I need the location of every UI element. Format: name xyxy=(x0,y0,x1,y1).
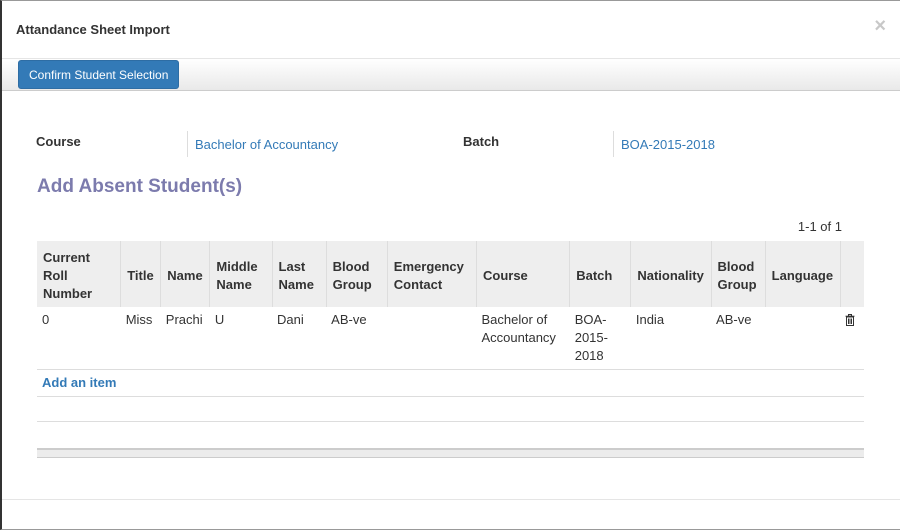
table-footer-bar xyxy=(37,448,864,458)
col-title[interactable]: Title xyxy=(120,241,161,307)
cell-emergency-contact[interactable] xyxy=(387,307,477,370)
pager-status: 1-1 of 1 xyxy=(797,219,842,234)
dialog-title: Attandance Sheet Import xyxy=(16,22,170,37)
course-link[interactable]: Bachelor of Accountancy xyxy=(187,131,338,157)
col-blood-group-2[interactable]: Blood Group xyxy=(710,241,766,307)
batch-label: Batch xyxy=(463,134,500,149)
cell-delete xyxy=(840,307,864,370)
course-label: Course xyxy=(36,134,81,149)
col-blood-group[interactable]: Blood Group xyxy=(325,241,388,307)
table-row[interactable]: 0 Miss Prachi U Dani AB-ve Bachelor of A… xyxy=(37,307,864,370)
course-batch-row: Course Bachelor of Accountancy Batch BOA… xyxy=(36,131,866,160)
empty-row xyxy=(37,396,864,422)
col-current-roll-number[interactable]: Current Roll Number xyxy=(37,241,121,307)
close-icon[interactable]: × xyxy=(874,16,886,36)
cell-course[interactable]: Bachelor of Accountancy xyxy=(476,307,570,370)
trash-icon[interactable] xyxy=(845,313,855,326)
col-batch[interactable]: Batch xyxy=(569,241,631,307)
col-name[interactable]: Name xyxy=(160,241,210,307)
attendance-import-dialog: Attandance Sheet Import × Confirm Studen… xyxy=(0,0,900,530)
cell-name[interactable]: Prachi xyxy=(160,307,210,370)
col-last-name[interactable]: Last Name xyxy=(271,241,327,307)
cell-last-name[interactable]: Dani xyxy=(272,307,327,370)
batch-link[interactable]: BOA-2015-2018 xyxy=(613,131,715,157)
add-item-row: Add an item xyxy=(37,369,864,397)
add-item-link[interactable]: Add an item xyxy=(42,375,116,390)
cell-blood-group[interactable]: AB-ve xyxy=(326,307,388,370)
cell-roll[interactable]: 0 xyxy=(37,307,121,370)
dialog-toolbar: Confirm Student Selection xyxy=(2,59,900,91)
confirm-student-selection-button[interactable]: Confirm Student Selection xyxy=(18,60,180,89)
dialog-header: Attandance Sheet Import × xyxy=(2,1,900,59)
cell-blood-group-2[interactable]: AB-ve xyxy=(711,307,766,370)
col-language[interactable]: Language xyxy=(764,241,841,307)
absent-students-table: Current Roll Number Title Name Middle Na… xyxy=(37,241,864,422)
col-middle-name[interactable]: Middle Name xyxy=(209,241,273,307)
dialog-footer xyxy=(2,499,900,500)
col-emergency-contact[interactable]: Emergency Contact xyxy=(386,241,477,307)
cell-middle-name[interactable]: U xyxy=(209,307,273,370)
col-course[interactable]: Course xyxy=(475,241,570,307)
cell-title[interactable]: Miss xyxy=(120,307,161,370)
cell-batch[interactable]: BOA-2015-2018 xyxy=(569,307,631,370)
table-header-row: Current Roll Number Title Name Middle Na… xyxy=(37,241,864,307)
col-actions xyxy=(839,241,864,307)
col-nationality[interactable]: Nationality xyxy=(630,241,712,307)
cell-nationality[interactable]: India xyxy=(630,307,712,370)
cell-language[interactable] xyxy=(765,307,841,370)
section-title: Add Absent Student(s) xyxy=(37,176,243,197)
